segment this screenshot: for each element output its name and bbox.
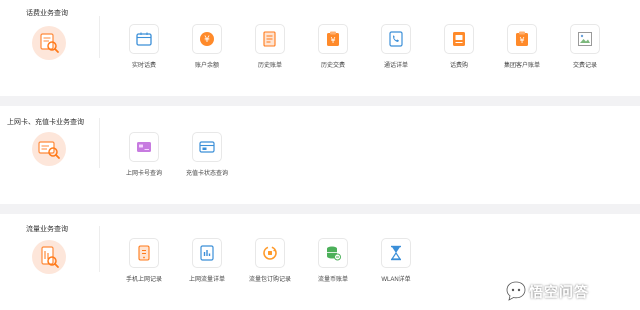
item-label: 上网卡号查询 bbox=[125, 171, 162, 177]
item-label: 交费记录 bbox=[572, 63, 597, 69]
item-label: 历史交费 bbox=[320, 63, 345, 69]
item-label: 手机上网记录 bbox=[125, 277, 162, 283]
item-label: 话费购 bbox=[449, 63, 468, 69]
item-payment-record[interactable]: 交费记录 bbox=[553, 24, 617, 74]
section-title: 话费业务查询 bbox=[26, 10, 68, 17]
bill-document-icon bbox=[255, 24, 285, 54]
item-history-bill[interactable]: 历史账单 bbox=[238, 24, 302, 74]
section-phone-bill: 话费业务查询 实时话费 ¥ 账户余额 历史账单 ¥ 历史交费 通话详单 话费购 … bbox=[0, 0, 640, 96]
item-realtime-bill[interactable]: 实时话费 bbox=[112, 24, 176, 74]
group-bill-icon: ¥ bbox=[507, 24, 537, 54]
phone-bill-search-icon bbox=[32, 26, 66, 60]
item-history-payment[interactable]: ¥ 历史交费 bbox=[301, 24, 365, 74]
item-label: 集团客户账单 bbox=[503, 63, 540, 69]
section-divider bbox=[99, 118, 100, 168]
item-label: 流量包订购记录 bbox=[248, 277, 291, 283]
watermark-text: 悟空问答 bbox=[529, 284, 589, 300]
item-label: 账户余额 bbox=[194, 63, 219, 69]
mobile-record-icon bbox=[129, 238, 159, 268]
wallet-icon bbox=[129, 24, 159, 54]
section-title: 流量业务查询 bbox=[26, 226, 68, 233]
item-internet-traffic-detail[interactable]: 上网流量详单 bbox=[175, 238, 239, 288]
svg-text:¥: ¥ bbox=[519, 36, 524, 45]
item-data-coin-bill[interactable]: 流量币账单 bbox=[301, 238, 365, 288]
section-card-query: 上网卡、充值卡业务查询 上网卡号查询 充值卡状态查询 bbox=[0, 106, 640, 204]
item-group-bill[interactable]: ¥ 集团客户账单 bbox=[490, 24, 554, 74]
section-divider bbox=[99, 226, 100, 272]
item-label: 实时话费 bbox=[131, 63, 156, 69]
shopping-bill-icon bbox=[444, 24, 474, 54]
item-label: 通话详单 bbox=[383, 63, 408, 69]
card-search-icon bbox=[32, 132, 66, 166]
item-bill-purchase[interactable]: 话费购 bbox=[427, 24, 491, 74]
item-mobile-internet-record[interactable]: 手机上网记录 bbox=[112, 238, 176, 288]
item-label: WLAN详单 bbox=[381, 277, 411, 283]
item-wlan-detail[interactable]: WLAN详单 bbox=[364, 238, 428, 288]
svg-text:¥: ¥ bbox=[204, 35, 210, 45]
item-label: 上网流量详单 bbox=[188, 277, 225, 283]
coin-stack-icon bbox=[318, 238, 348, 268]
package-order-icon bbox=[255, 238, 285, 268]
internet-card-icon bbox=[129, 132, 159, 162]
item-package-order-record[interactable]: 流量包订购记录 bbox=[238, 238, 302, 288]
traffic-detail-icon bbox=[192, 238, 222, 268]
chat-bubble-icon bbox=[506, 281, 526, 301]
payment-yen-icon: ¥ bbox=[318, 24, 348, 54]
recharge-card-icon bbox=[192, 132, 222, 162]
item-account-balance[interactable]: ¥ 账户余额 bbox=[175, 24, 239, 74]
yen-coin-icon: ¥ bbox=[192, 24, 222, 54]
broken-image-icon bbox=[570, 24, 600, 54]
section-divider bbox=[99, 16, 100, 58]
item-label: 充值卡状态查询 bbox=[185, 171, 228, 177]
hourglass-icon bbox=[381, 238, 411, 268]
item-call-detail[interactable]: 通话详单 bbox=[364, 24, 428, 74]
section-title: 上网卡、充值卡业务查询 bbox=[7, 119, 84, 126]
call-log-icon bbox=[381, 24, 411, 54]
item-label: 流量币账单 bbox=[317, 277, 348, 283]
data-usage-search-icon bbox=[32, 240, 66, 274]
item-label: 历史账单 bbox=[257, 63, 282, 69]
item-internet-card-query[interactable]: 上网卡号查询 bbox=[112, 132, 176, 182]
svg-text:¥: ¥ bbox=[330, 36, 335, 45]
item-recharge-card-status[interactable]: 充值卡状态查询 bbox=[175, 132, 239, 182]
